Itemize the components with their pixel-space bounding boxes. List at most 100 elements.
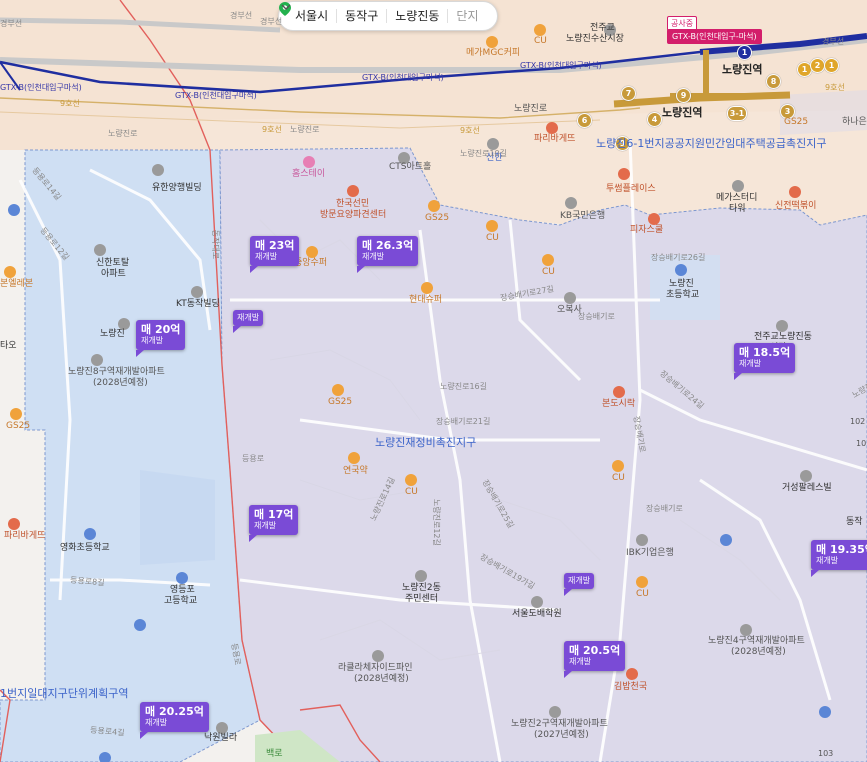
place-label[interactable]: 유한양행빌딩 [152, 183, 202, 194]
place-label[interactable]: 메가MGC커피 [466, 48, 520, 59]
place-label[interactable]: GS25 [328, 397, 352, 408]
pin-price: 매 18.5억 [739, 346, 791, 359]
gtx-station-badge[interactable]: GTX-B(인천대입구-마석) [667, 29, 762, 44]
price-pin[interactable]: 재개발 [564, 573, 595, 596]
place-label[interactable]: 본엘레본 [0, 279, 33, 290]
place-label[interactable]: CTS아트홀 [389, 162, 431, 173]
zone-label[interactable]: 노량진8구역재개발아파트 [68, 367, 165, 378]
place-label[interactable]: 노량진 [669, 279, 694, 290]
pin-type: 재개발 [568, 576, 591, 585]
line-number-badge: 1 [737, 45, 752, 60]
price-pin[interactable]: 매 19.35억 재개발 [811, 540, 867, 577]
place-label[interactable]: 영화초등학교 [60, 543, 110, 554]
exit-number-badge: 6 [577, 113, 592, 128]
place-label[interactable]: 투썸플레이스 [606, 184, 656, 195]
place-label[interactable]: CU [405, 487, 418, 498]
place-label[interactable]: 한국선민 [336, 199, 369, 210]
place-label[interactable]: IBK기업은행 [626, 548, 674, 559]
place-label[interactable]: 노량진 [100, 329, 125, 340]
place-label[interactable]: KB국민은행 [560, 211, 605, 222]
place-label[interactable]: GS25 [6, 421, 30, 432]
exit-number-badge: 8 [766, 74, 781, 89]
rail-label: GTX-B(인천대입구마석) [0, 83, 82, 92]
place-label: 고등학교 [164, 596, 198, 606]
place-label[interactable]: CU [542, 267, 555, 278]
place-label[interactable]: 하나은 [842, 117, 867, 128]
shop-icon [306, 246, 318, 258]
complex-label[interactable]: 라클라체자이드파인 [338, 663, 413, 674]
location-selector-bar[interactable]: 서울시 동작구 노량진동 단지 [278, 1, 498, 31]
location-city[interactable]: 서울시 [287, 9, 338, 23]
place-label[interactable]: 노량진수산시장 [566, 34, 624, 45]
zone-label[interactable]: 노량진6-1번지공공지원민간임대주택공급촉진지구 [596, 137, 827, 150]
place-label[interactable]: 피자스쿨 [630, 225, 663, 236]
place-label[interactable]: 파리바게뜨 [534, 134, 575, 145]
price-pin[interactable]: 매 23억 재개발 [250, 236, 300, 273]
place-label[interactable]: 연국약 [343, 466, 368, 477]
place-label[interactable]: 동작 [846, 517, 863, 528]
chevron-down-icon[interactable] [281, 2, 291, 12]
place-label[interactable]: 서울도배학원 [512, 609, 562, 620]
place-label[interactable]: 현대슈퍼 [409, 295, 442, 306]
bakery-icon [546, 122, 558, 134]
zone-label[interactable]: 노량진2구역재개발아파트 [511, 719, 608, 730]
restaurant-icon [613, 386, 625, 398]
price-pin[interactable]: 매 18.5억 재개발 [734, 343, 796, 380]
place-label[interactable]: 전주교 [590, 23, 615, 34]
location-dong[interactable]: 노량진동 [387, 9, 449, 23]
parking-icon [8, 204, 20, 216]
price-pin[interactable]: 매 26.3억 재개발 [357, 236, 419, 273]
convenience-store-icon [332, 384, 344, 396]
place-label[interactable]: 김밥천국 [614, 682, 647, 693]
building-icon [732, 180, 744, 192]
place-label[interactable]: CU [636, 589, 649, 600]
place-label[interactable]: 신한토탈 [96, 258, 129, 269]
zone-label[interactable]: 노량진재정비촉진지구 [375, 436, 476, 449]
place-label: 주민센터 [405, 594, 439, 604]
location-district[interactable]: 동작구 [337, 9, 388, 23]
place-label[interactable]: 타오 [0, 341, 17, 352]
zone-year: (2028년예정) [93, 378, 148, 388]
school-icon [675, 264, 687, 276]
exit-number-badge: 4 [647, 112, 662, 127]
place-label[interactable]: 전주교노량진동 [754, 332, 812, 343]
price-pin[interactable]: 매 20억 재개발 [136, 320, 186, 357]
place-label[interactable]: 파리바게뜨 [4, 531, 45, 542]
price-pin[interactable]: 매 17억 재개발 [249, 505, 299, 542]
zone-label[interactable]: 노량진4구역재개발아파트 [708, 636, 805, 647]
place-label[interactable]: 낙원빌라 [204, 733, 237, 744]
place-label[interactable]: CU [534, 36, 547, 47]
price-pin[interactable]: 재개발 [233, 310, 264, 333]
location-complex[interactable]: 단지 [448, 9, 486, 23]
place-label[interactable]: 메가스터디 [716, 193, 757, 204]
place-label[interactable]: 신전떡볶이 [775, 201, 816, 212]
price-pin[interactable]: 매 20.5억 재개발 [564, 641, 626, 678]
place-label[interactable]: CU [612, 473, 625, 484]
rail-label: GTX-B(인천대입구마석) [520, 61, 602, 70]
station-label-line9[interactable]: 노량진역 [662, 106, 702, 119]
road-label: 동작대로 [211, 229, 221, 260]
price-pin[interactable]: 매 20.25억 재개발 [140, 702, 209, 739]
place-label[interactable]: CU [486, 233, 499, 244]
station-label-line1[interactable]: 노량진역 [722, 63, 762, 76]
place-label[interactable]: KT동작빌딩 [176, 299, 220, 310]
bank-icon [565, 197, 577, 209]
map-canvas[interactable]: 서울시 동작구 노량진동 단지 공사중 GTX-B(인천대입구-마석) 1 1 … [0, 0, 867, 762]
zone-year: (2028년예정) [731, 647, 786, 657]
place-label[interactable]: 영등포 [170, 585, 195, 596]
shop-icon [421, 282, 433, 294]
place-label: 방문요양파견센터 [320, 210, 387, 220]
exit-number-badge: 3-1 [727, 106, 747, 121]
zone-label[interactable]: 1번지일대지구단위계획구역 [0, 687, 128, 700]
road-label: 장승배기로26길 [651, 253, 706, 262]
place-label[interactable]: GS25 [784, 117, 808, 128]
place-label: 102 [850, 417, 866, 426]
place-label[interactable]: 노량진2동 [402, 583, 441, 594]
place-label[interactable]: GS25 [425, 213, 449, 224]
place-label[interactable]: 거성팔레스빌 [782, 483, 832, 494]
place-label[interactable]: 본도시락 [602, 399, 635, 410]
road-label: 장승배기로 [578, 312, 615, 321]
place-label[interactable]: 백로 [266, 749, 283, 760]
place-label[interactable]: 홈스테이 [292, 169, 325, 180]
place-label: 타워 [729, 204, 746, 214]
